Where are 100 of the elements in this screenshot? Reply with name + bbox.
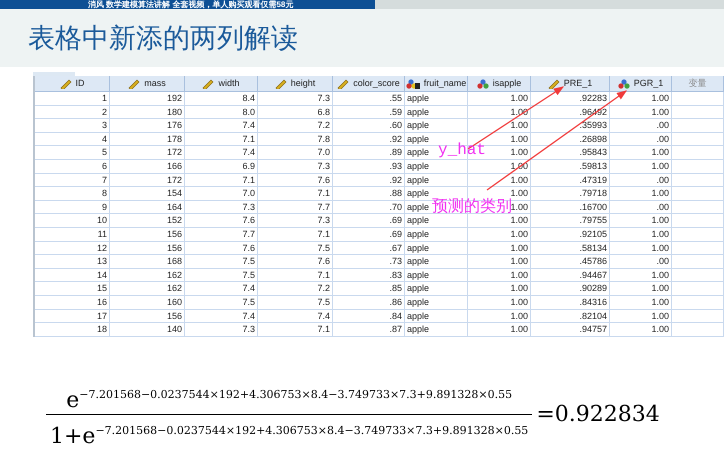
column-header[interactable]: PRE_1 [531, 76, 610, 92]
empty-cell [672, 228, 724, 242]
table-cell: .58134 [531, 242, 610, 256]
table-cell: 16 [35, 296, 110, 310]
table-cell: .00 [610, 174, 672, 188]
slide-title: 表格中新添的两列解读 [28, 24, 298, 52]
table-cell: 1.00 [610, 187, 672, 201]
table-cell: 1.00 [610, 160, 672, 174]
table-cell: 1 [35, 92, 110, 106]
table-cell: 1.00 [610, 146, 672, 160]
table-cell: apple [405, 106, 468, 120]
column-header[interactable]: PGR_1 [610, 76, 672, 92]
empty-cell [672, 119, 724, 133]
table-cell: 5 [35, 146, 110, 160]
table-cell: 7.1 [258, 228, 333, 242]
table-cell: .70 [333, 200, 405, 214]
table-cell: 8.0 [185, 106, 258, 120]
table-cell: apple [405, 228, 468, 242]
table-cell: 7.1 [258, 187, 333, 201]
table-cell: 1.00 [468, 214, 531, 228]
table-cell: 7.2 [258, 282, 333, 296]
table-cell: .82104 [531, 310, 610, 324]
table-cell: 178 [110, 132, 185, 146]
table-cell: 7.6 [185, 242, 258, 256]
table-cell: .84 [333, 310, 405, 324]
empty-cell [672, 255, 724, 269]
table-cell: 1.00 [468, 119, 531, 133]
table-cell: 154 [110, 187, 185, 201]
table-cell: 162 [110, 282, 185, 296]
table-cell: apple [405, 242, 468, 256]
table-cell: .47319 [531, 174, 610, 188]
table-cell: 172 [110, 174, 185, 188]
column-header[interactable]: isapple [468, 76, 531, 92]
table-cell: 1.00 [610, 228, 672, 242]
table-cell: .83 [333, 268, 405, 282]
table-cell: 7.6 [185, 214, 258, 228]
table-cell: .55 [333, 92, 405, 106]
table-cell: 1.00 [610, 282, 672, 296]
table-cell: apple [405, 323, 468, 337]
table-cell: .79755 [531, 214, 610, 228]
column-header[interactable]: height [258, 76, 333, 92]
empty-cell [672, 160, 724, 174]
table-cell: 166 [110, 160, 185, 174]
table-cell: apple [405, 92, 468, 106]
table-cell: 1.00 [468, 268, 531, 282]
table-cell: 152 [110, 214, 185, 228]
table-cell: 156 [110, 310, 185, 324]
table-cell: 7.1 [185, 132, 258, 146]
table-cell: 7.4 [258, 310, 333, 324]
table-cell: 7.8 [258, 132, 333, 146]
table-cell: apple [405, 174, 468, 188]
table-cell: .84316 [531, 296, 610, 310]
empty-cell [672, 146, 724, 160]
column-header[interactable]: mass [110, 76, 185, 92]
table-cell: 7.3 [258, 214, 333, 228]
table-cell: 1.00 [468, 242, 531, 256]
table-cell: .00 [610, 255, 672, 269]
table-cell: 14 [35, 268, 110, 282]
table-cell: 7.3 [185, 200, 258, 214]
column-header[interactable]: width [185, 76, 258, 92]
table-cell: .85 [333, 282, 405, 296]
table-cell: 7.2 [258, 119, 333, 133]
ruler-icon [128, 78, 140, 88]
table-cell: 7.3 [258, 92, 333, 106]
formula-numerator: e$^{−7.201568−0.0237544×192+4.306753×8.4−3.749733×7.3+9.891328×0.55}$ [65, 386, 514, 414]
ruler-icon [274, 78, 287, 88]
table-cell: 6 [35, 160, 110, 174]
balls-icon [618, 78, 630, 88]
table-cell: apple [405, 255, 468, 269]
table-cell: 15 [35, 282, 110, 296]
table-cell: 7.4 [185, 146, 258, 160]
column-header[interactable]: ID [35, 76, 110, 92]
table-cell: 1.00 [610, 214, 672, 228]
table-cell: 7.4 [185, 310, 258, 324]
empty-cell [672, 200, 724, 214]
table-cell: apple [405, 214, 468, 228]
table-cell: 12 [35, 242, 110, 256]
table-cell: 192 [110, 92, 185, 106]
table-cell: 18 [35, 323, 110, 337]
table-cell: 7.4 [185, 119, 258, 133]
table-cell: 7.5 [258, 296, 333, 310]
table-cell: .88 [333, 187, 405, 201]
table-cell: 1.00 [468, 296, 531, 310]
table-cell: 10 [35, 214, 110, 228]
empty-cell [672, 187, 724, 201]
formula-denominator: 1+e$^{−7.201568−0.0237544×192+4.306753×8.4−3.749733×7.3+9.891328×0.55}$ [49, 422, 530, 448]
table-cell: 13 [35, 255, 110, 269]
table-cell: 7.1 [185, 174, 258, 188]
table-cell: .86 [333, 296, 405, 310]
column-header[interactable]: fruit_name [405, 76, 468, 92]
table-cell: .95843 [531, 146, 610, 160]
table-cell: 1.00 [610, 92, 672, 106]
table-cell: 7.1 [258, 268, 333, 282]
table-cell: 1.00 [468, 310, 531, 324]
table-cell: 6.9 [185, 160, 258, 174]
table-cell: 7.4 [185, 282, 258, 296]
table-cell: 7.7 [185, 228, 258, 242]
column-header[interactable]: color_score [333, 76, 405, 92]
table-cell: 1.00 [610, 268, 672, 282]
formula-result: =0.922834 [536, 400, 660, 429]
